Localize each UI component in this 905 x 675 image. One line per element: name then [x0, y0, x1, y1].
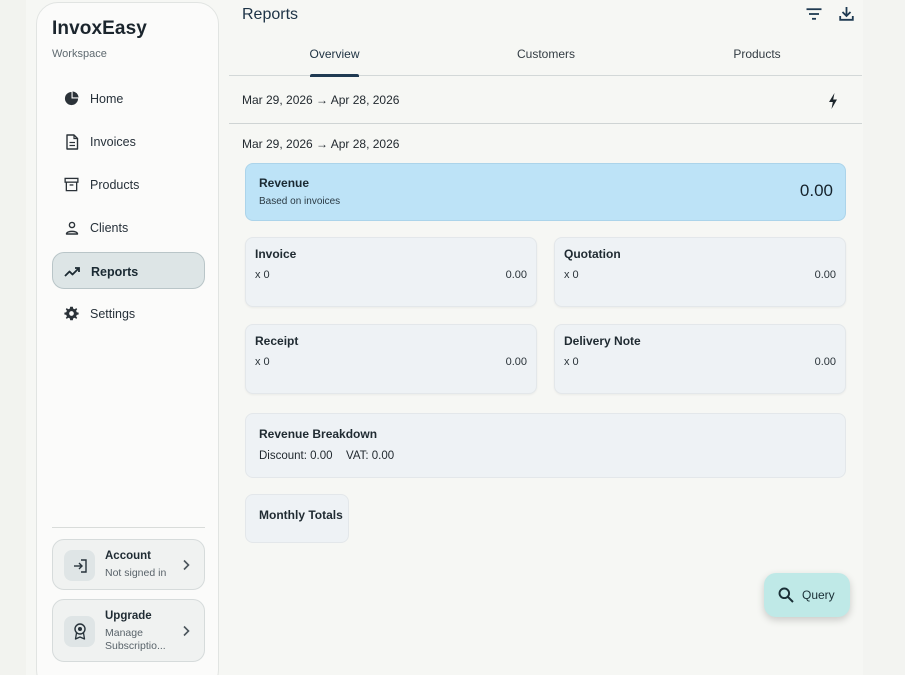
person-icon: [63, 219, 80, 236]
account-status: Not signed in: [105, 567, 167, 579]
sidebar-item-label: Reports: [91, 265, 139, 279]
filter-icon: [806, 7, 822, 23]
account-card[interactable]: Account Not signed in: [52, 539, 205, 590]
download-icon: [838, 6, 854, 24]
document-icon: [63, 133, 80, 150]
award-badge-icon: [64, 616, 95, 647]
upgrade-subtitle-line2: Subscriptio...: [105, 640, 166, 652]
breakdown-title: Revenue Breakdown: [259, 427, 378, 441]
right-background-strip: [863, 0, 905, 675]
tab-products[interactable]: Products: [730, 40, 784, 76]
sidebar-item-clients[interactable]: Clients: [52, 209, 205, 246]
tab-label: Overview: [309, 47, 360, 61]
tab-label: Customers: [516, 47, 575, 61]
quotation-count: x 0: [564, 269, 579, 281]
search-icon: [777, 586, 795, 604]
tab-overview[interactable]: Overview: [309, 40, 360, 77]
sidebar-item-home[interactable]: Home: [52, 80, 205, 117]
invoice-count: x 0: [255, 269, 270, 281]
gear-icon: [63, 305, 80, 322]
revenue-breakdown-card: Revenue Breakdown Discount: 0.00 VAT: 0.…: [245, 413, 846, 478]
sign-in-icon: [64, 550, 95, 581]
receipt-title: Receipt: [255, 334, 299, 348]
chevron-right-icon: [180, 625, 192, 637]
sidebar-item-label: Invoices: [90, 135, 136, 149]
download-button[interactable]: [837, 6, 855, 24]
sidebar-item-invoices[interactable]: Invoices: [52, 123, 205, 160]
trending-up-icon: [64, 263, 81, 280]
revenue-value: 0.00: [799, 181, 833, 200]
page-title: Reports: [242, 6, 299, 23]
monthly-totals-card: Monthly Totals: [245, 494, 349, 543]
monthly-totals-title: Monthly Totals: [259, 508, 343, 522]
receipt-count: x 0: [255, 356, 270, 368]
breakdown-discount: Discount: 0.00: [259, 450, 333, 462]
receipt-card: Receipt x 0 0.00: [245, 324, 537, 394]
brand-subtitle: Workspace: [52, 48, 107, 60]
chevron-right-icon: [180, 559, 192, 571]
sidebar: InvoxEasy Workspace Home Invoices Produc…: [36, 2, 219, 675]
date-range-label: Mar 29, 2026 → Apr 28, 2026: [242, 93, 400, 107]
tab-bar: Overview Customers Products: [229, 40, 862, 77]
sidebar-item-settings[interactable]: Settings: [52, 295, 205, 332]
upgrade-card[interactable]: Upgrade Manage Subscriptio...: [52, 599, 205, 662]
lightning-bolt-icon: [828, 92, 838, 112]
brand-title: InvoxEasy: [52, 18, 147, 39]
left-background-strip: [0, 0, 26, 675]
sidebar-item-label: Home: [90, 92, 124, 106]
invoice-amount: 0.00: [505, 269, 527, 281]
receipt-amount: 0.00: [505, 356, 527, 368]
invoice-title: Invoice: [255, 247, 297, 261]
sidebar-nav: Home Invoices Products Clients Reports S…: [52, 80, 205, 338]
sidebar-item-label: Clients: [90, 221, 129, 235]
revenue-title: Revenue: [259, 176, 310, 190]
delivery-note-card: Delivery Note x 0 0.00: [554, 324, 846, 394]
quotation-amount: 0.00: [814, 269, 836, 281]
delivery-note-amount: 0.00: [814, 356, 836, 368]
sidebar-item-reports[interactable]: Reports: [52, 252, 205, 289]
quotation-card: Quotation x 0 0.00: [554, 237, 846, 307]
upgrade-subtitle-line1: Manage: [105, 627, 143, 639]
sidebar-item-products[interactable]: Products: [52, 166, 205, 203]
revenue-subtitle: Based on invoices: [259, 196, 341, 207]
query-button[interactable]: Query: [764, 573, 850, 617]
summary-date-range: Mar 29, 2026 → Apr 28, 2026: [242, 137, 400, 151]
sidebar-item-label: Settings: [90, 307, 136, 321]
query-label: Query: [802, 588, 835, 602]
sidebar-divider: [52, 527, 205, 528]
tab-customers[interactable]: Customers: [514, 40, 578, 76]
delivery-note-count: x 0: [564, 356, 579, 368]
sidebar-item-label: Products: [90, 178, 140, 192]
invoice-card: Invoice x 0 0.00: [245, 237, 537, 307]
revenue-card: Revenue Based on invoices 0.00: [245, 163, 846, 221]
quotation-title: Quotation: [564, 247, 621, 261]
date-range-selector[interactable]: Mar 29, 2026 → Apr 28, 2026: [229, 77, 862, 124]
archive-box-icon: [63, 176, 80, 193]
upgrade-title: Upgrade: [105, 610, 152, 622]
pie-chart-icon: [63, 90, 80, 107]
account-title: Account: [105, 550, 151, 562]
tab-label: Products: [733, 47, 781, 61]
breakdown-vat: VAT: 0.00: [346, 450, 395, 462]
filter-button[interactable]: [805, 6, 823, 24]
quick-range-button[interactable]: [825, 92, 841, 112]
delivery-note-title: Delivery Note: [564, 334, 641, 348]
